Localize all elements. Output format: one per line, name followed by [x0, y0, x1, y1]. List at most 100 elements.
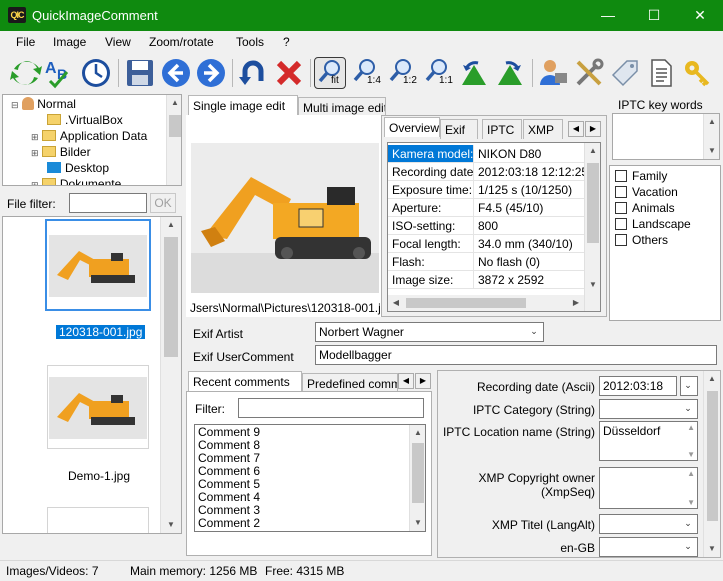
tab-scroll-left-icon[interactable]: ◀ — [568, 121, 584, 137]
tree-item-dokumente[interactable]: ⊞ Dokumente — [31, 177, 121, 185]
recording-date-input[interactable]: 2012:03:18 — [599, 376, 677, 396]
checkbox[interactable] — [615, 202, 627, 214]
clock-icon[interactable] — [80, 57, 112, 89]
comment-scrollbar[interactable]: ▲ ▼ — [409, 425, 425, 531]
scroll-thumb[interactable] — [169, 115, 181, 137]
tree-root[interactable]: ⊟ Normal — [11, 97, 76, 113]
keyword-checkbox-item[interactable]: Vacation — [615, 185, 678, 199]
scroll-up-icon[interactable]: ▲ — [687, 469, 695, 478]
tab-overview[interactable]: Overview — [384, 117, 440, 137]
menu-image[interactable]: Image — [53, 35, 86, 49]
key-icon[interactable] — [681, 57, 713, 89]
thumbnail-item[interactable] — [47, 365, 149, 449]
tab-predefined-comments[interactable]: Predefined comme — [302, 373, 398, 393]
xmp-title-combo[interactable]: ⌄ — [599, 514, 698, 534]
menu-tools[interactable]: Tools — [236, 35, 264, 49]
document-icon[interactable] — [645, 57, 677, 89]
recording-date-picker[interactable]: ⌄ — [680, 376, 698, 396]
tab-recent-comments[interactable]: Recent comments — [188, 371, 302, 391]
zoom-1-1-button[interactable]: 1:1 — [422, 57, 454, 89]
zoom-fit-button[interactable]: fit — [314, 57, 346, 89]
tab-xmp[interactable]: XMP — [523, 119, 563, 139]
tag-icon[interactable] — [609, 57, 641, 89]
scroll-thumb[interactable] — [587, 163, 599, 243]
save-icon[interactable] — [124, 57, 156, 89]
scroll-down-icon[interactable]: ▼ — [704, 541, 720, 557]
keyword-checkbox-item[interactable]: Landscape — [615, 217, 691, 231]
comment-filter-input[interactable] — [238, 398, 424, 418]
zoom-1-4-button[interactable]: 1:4 — [350, 57, 382, 89]
overview-row[interactable]: ISO-setting: 800 — [388, 217, 584, 235]
scroll-right-icon[interactable]: ▶ — [568, 295, 584, 311]
scroll-thumb[interactable] — [412, 443, 424, 503]
user-settings-icon[interactable] — [537, 57, 569, 89]
rotate-left-icon[interactable] — [458, 57, 490, 89]
undo-icon[interactable] — [237, 57, 269, 89]
tree-item-application-data[interactable]: ⊞ Application Data — [31, 129, 147, 145]
scroll-up-icon[interactable]: ▲ — [167, 95, 181, 111]
tab-multi-image-edit[interactable]: Multi image edit — [298, 97, 386, 117]
scroll-down-icon[interactable]: ▼ — [585, 277, 600, 293]
scroll-up-icon[interactable]: ▲ — [585, 143, 600, 159]
checkbox[interactable] — [615, 186, 627, 198]
overview-row[interactable]: Recording date: 2012:03:18 12:12:25 — [388, 163, 584, 181]
keyword-checkbox-item[interactable]: Family — [615, 169, 667, 183]
minimize-button[interactable]: — — [585, 0, 631, 31]
scroll-down-icon[interactable]: ▼ — [161, 517, 181, 533]
overview-row[interactable]: Aperture: F4.5 (45/10) — [388, 199, 584, 217]
tree-item-bilder[interactable]: ⊞ Bilder — [31, 145, 91, 161]
scroll-up-icon[interactable]: ▲ — [161, 217, 181, 233]
thumbnail-label-selected[interactable]: 120318-001.jpg — [56, 325, 146, 339]
checkbox[interactable] — [615, 170, 627, 182]
menu-file[interactable]: File — [16, 35, 35, 49]
scroll-up-icon[interactable]: ▲ — [687, 423, 695, 432]
thumbnail-item[interactable] — [45, 219, 151, 311]
spellcheck-icon[interactable]: AB — [44, 57, 76, 89]
overview-scrollbar[interactable]: ▲ ▼ — [584, 143, 600, 311]
iptc-category-combo[interactable]: ⌄ — [599, 399, 698, 419]
exif-comment-input[interactable]: Modellbagger — [315, 345, 717, 365]
overview-hscrollbar[interactable]: ◀ ▶ — [388, 295, 584, 311]
keyword-checkbox-item[interactable]: Others — [615, 233, 668, 247]
language-combo[interactable]: ⌄ — [599, 537, 698, 557]
previous-icon[interactable] — [160, 57, 192, 89]
exif-artist-combo[interactable]: Norbert Wagner ⌄ — [315, 322, 544, 342]
scroll-thumb[interactable] — [406, 298, 526, 308]
xmp-copyright-input[interactable]: ▲ ▼ — [599, 467, 698, 509]
fields-scrollbar[interactable]: ▲ ▼ — [703, 371, 720, 557]
tab-exif[interactable]: Exif — [440, 119, 478, 139]
tree-item-virtualbox[interactable]: .VirtualBox — [47, 113, 123, 129]
scroll-down-icon[interactable]: ▼ — [704, 143, 720, 159]
scroll-down-icon[interactable]: ▼ — [410, 515, 425, 531]
checkbox[interactable] — [615, 218, 627, 230]
tab-scroll-right-icon[interactable]: ▶ — [585, 121, 601, 137]
refresh-icon[interactable] — [10, 57, 42, 89]
overview-row[interactable]: Flash: No flash (0) — [388, 253, 584, 271]
menu-zoom-rotate[interactable]: Zoom/rotate — [149, 35, 214, 49]
maximize-button[interactable]: ☐ — [631, 0, 677, 31]
scroll-thumb[interactable] — [707, 391, 718, 521]
overview-row[interactable]: Kamera model: NIKON D80 — [388, 145, 584, 163]
scroll-up-icon[interactable]: ▲ — [704, 371, 720, 387]
checkbox[interactable] — [615, 234, 627, 246]
tree-scrollbar[interactable]: ▲ — [166, 95, 181, 185]
rotate-right-icon[interactable] — [494, 57, 526, 89]
overview-row[interactable]: Image size: 3872 x 2592 — [388, 271, 584, 289]
keyword-checkbox-item[interactable]: Animals — [615, 201, 675, 215]
scroll-left-icon[interactable]: ◀ — [388, 295, 404, 311]
iptc-location-input[interactable]: Düsseldorf ▲ ▼ — [599, 421, 698, 461]
scroll-up-icon[interactable]: ▲ — [410, 425, 425, 441]
keywords-scrollbar[interactable]: ▲ ▼ — [703, 114, 719, 159]
file-filter-input[interactable] — [69, 193, 147, 213]
comment-item[interactable]: Comment 2 — [198, 517, 260, 530]
overview-row[interactable]: Exposure time: 1/125 s (10/1250) — [388, 181, 584, 199]
iptc-keywords-textbox[interactable]: ▲ ▼ — [612, 113, 720, 160]
tab-single-image-edit[interactable]: Single image edit — [188, 95, 298, 115]
scroll-down-icon[interactable]: ▼ — [687, 450, 695, 459]
tools-icon[interactable] — [573, 57, 605, 89]
scroll-thumb[interactable] — [164, 237, 178, 357]
zoom-1-2-button[interactable]: 1:2 — [386, 57, 418, 89]
scroll-up-icon[interactable]: ▲ — [704, 114, 720, 130]
menu-help[interactable]: ? — [283, 35, 290, 49]
thumbnail-scrollbar[interactable]: ▲ ▼ — [160, 217, 181, 533]
